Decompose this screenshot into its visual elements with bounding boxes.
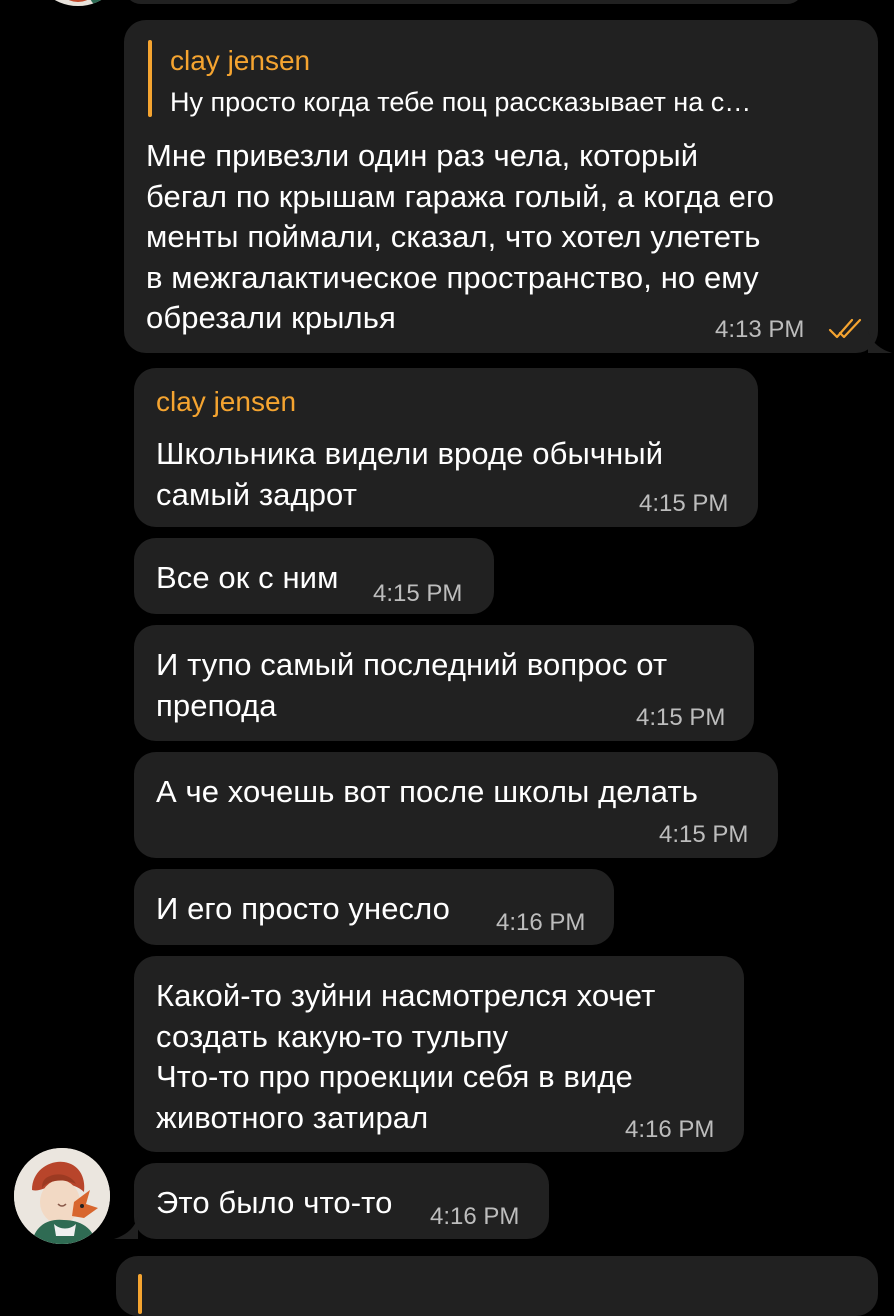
message-bubble-incoming[interactable]: Это было что-то 4:16 PM — [134, 1163, 549, 1239]
double-check-icon — [827, 316, 863, 340]
message-bubble-incoming[interactable]: И тупо самый последний вопрос от препода… — [134, 625, 754, 741]
message-time: 4:15 PM — [639, 490, 729, 517]
message-bubble-partial-top[interactable] — [124, 0, 804, 4]
message-time: 4:16 PM — [496, 909, 586, 936]
bubble-tail-incoming — [114, 1217, 138, 1239]
message-text: Какой-то зуйни насмотрелся хочет создать… — [156, 978, 656, 1135]
user-avatar-fox-illustration — [14, 1148, 110, 1244]
avatar[interactable] — [14, 1148, 110, 1244]
message-time: 4:15 PM — [659, 821, 749, 848]
message-bubble-partial-bottom[interactable] — [116, 1256, 878, 1316]
message-time: 4:15 PM — [373, 580, 463, 607]
message-text: Мне привезли один раз чела, который бега… — [146, 138, 775, 335]
reply-sender-name[interactable]: clay jensen — [170, 45, 310, 77]
message-bubble-incoming[interactable]: И его просто унесло 4:16 PM — [134, 869, 614, 945]
reply-preview-text[interactable]: Ну просто когда тебе поц рассказывает на… — [170, 86, 860, 118]
message-text: Все ок с ним — [156, 560, 339, 595]
avatar-partial-top[interactable] — [30, 0, 126, 6]
reply-quote-bar — [148, 40, 152, 117]
message-bubble-incoming[interactable]: clay jensen Школьника видели вроде обычн… — [134, 368, 758, 527]
message-bubble-incoming[interactable]: А че хочешь вот после школы делать 4:15 … — [134, 752, 778, 858]
message-time: 4:16 PM — [430, 1203, 520, 1230]
reply-quote-bar — [138, 1274, 142, 1314]
bubble-tail-outgoing — [868, 331, 892, 353]
message-time: 4:16 PM — [625, 1116, 715, 1143]
message-text: Это было что-то — [156, 1185, 393, 1220]
message-text: А че хочешь вот после школы делать — [156, 774, 699, 809]
message-time: 4:15 PM — [636, 704, 726, 731]
sender-name[interactable]: clay jensen — [156, 386, 296, 418]
message-bubble-incoming[interactable]: Все ок с ним 4:15 PM — [134, 538, 494, 614]
message-time: 4:13 PM — [715, 316, 805, 343]
message-bubble-outgoing[interactable]: clay jensen Ну просто когда тебе поц рас… — [124, 20, 878, 353]
message-text: И его просто унесло — [156, 891, 451, 926]
message-bubble-incoming[interactable]: Какой-то зуйни насмотрелся хочет создать… — [134, 956, 744, 1152]
